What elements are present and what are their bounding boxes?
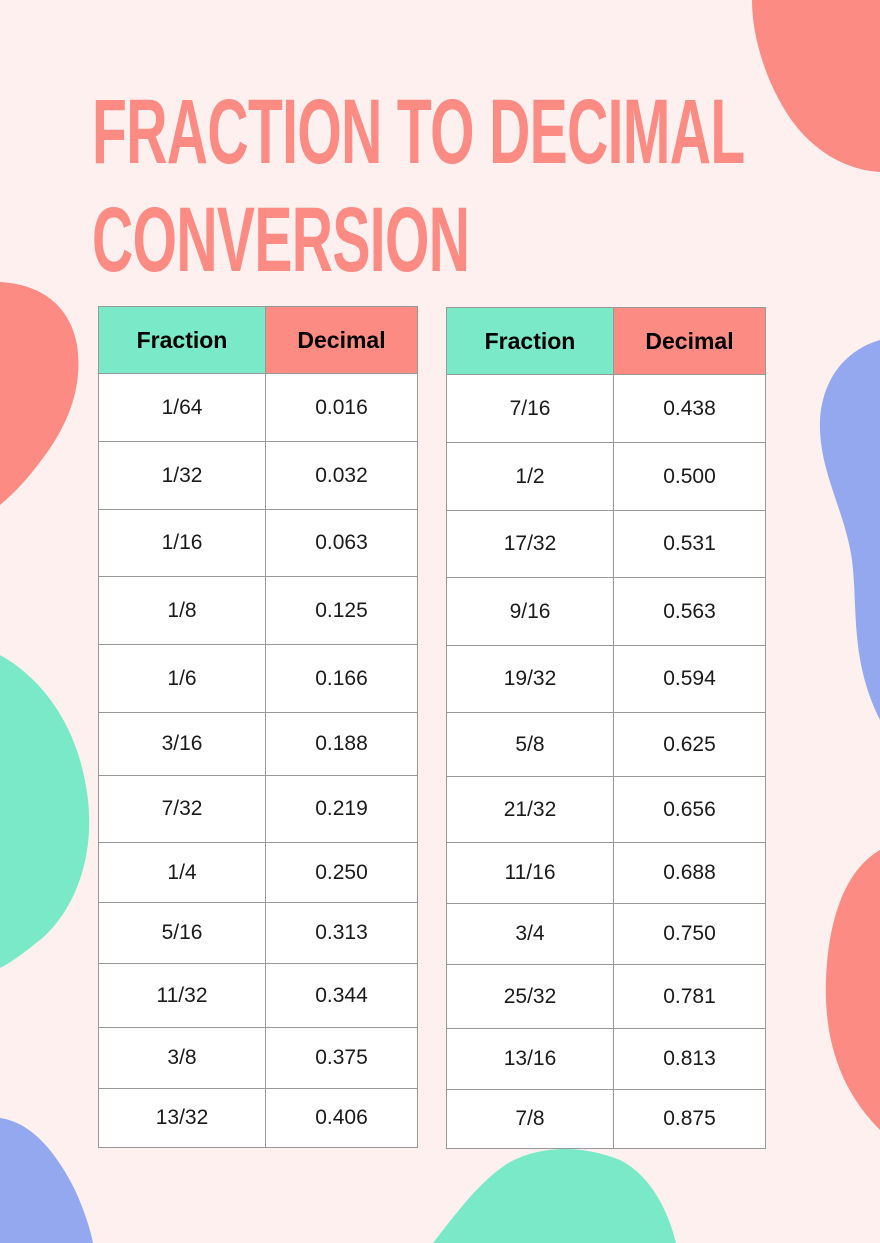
fraction-cell: 13/16 (446, 1028, 614, 1090)
decimal-header: Decimal (613, 307, 766, 375)
table-row: 1/64 0.016 (98, 373, 418, 442)
fraction-cell: 7/16 (446, 374, 614, 443)
fraction-cell: 1/64 (98, 373, 266, 442)
table-row: 11/32 0.344 (98, 963, 418, 1028)
fraction-cell: 5/8 (446, 712, 614, 777)
table-row: 3/16 0.188 (98, 712, 418, 776)
fraction-cell: 11/32 (98, 963, 266, 1028)
decimal-cell: 0.500 (613, 442, 766, 511)
fraction-cell: 7/8 (446, 1089, 614, 1149)
header-row: Fraction Decimal (446, 307, 766, 375)
decimal-header: Decimal (265, 306, 418, 374)
fraction-cell: 3/16 (98, 712, 266, 776)
table-row: 13/16 0.813 (446, 1028, 766, 1090)
decimal-cell: 0.406 (265, 1088, 418, 1148)
conversion-table-right: Fraction Decimal 7/16 0.438 1/2 0.500 17/3… (446, 307, 766, 1149)
title-line-1: FRACTION TO DECIMAL (92, 81, 745, 183)
decimal-cell: 0.313 (265, 902, 418, 964)
decimal-cell: 0.781 (613, 964, 766, 1029)
table-row: 3/8 0.375 (98, 1027, 418, 1089)
fraction-cell: 11/16 (446, 842, 614, 904)
blob-bottom-left-blue (0, 1118, 93, 1243)
table-row: 1/32 0.032 (98, 441, 418, 510)
decimal-cell: 0.344 (265, 963, 418, 1028)
decimal-cell: 0.125 (265, 576, 418, 645)
decimal-cell: 0.219 (265, 775, 418, 843)
table-row: 19/32 0.594 (446, 645, 766, 713)
fraction-cell: 19/32 (446, 645, 614, 713)
fraction-cell: 5/16 (98, 902, 266, 964)
blob-top-right-coral (752, 0, 880, 172)
decimal-cell: 0.438 (613, 374, 766, 443)
decimal-cell: 0.063 (265, 509, 418, 577)
table-row: 11/16 0.688 (446, 842, 766, 904)
fraction-cell: 25/32 (446, 964, 614, 1029)
fraction-cell: 1/8 (98, 576, 266, 645)
table-row: 1/2 0.500 (446, 442, 766, 511)
table-row: 13/32 0.406 (98, 1088, 418, 1148)
decimal-cell: 0.563 (613, 577, 766, 646)
conversion-table-left: Fraction Decimal 1/64 0.016 1/32 0.032 1/1… (98, 306, 418, 1148)
decimal-cell: 0.032 (265, 441, 418, 510)
decimal-cell: 0.625 (613, 712, 766, 777)
fraction-cell: 7/32 (98, 775, 266, 843)
table-row: 7/8 0.875 (446, 1089, 766, 1149)
table-row: 25/32 0.781 (446, 964, 766, 1029)
decimal-cell: 0.166 (265, 644, 418, 713)
table-row: 3/4 0.750 (446, 903, 766, 965)
table-row: 5/16 0.313 (98, 902, 418, 964)
decimal-cell: 0.016 (265, 373, 418, 442)
table-row: 7/32 0.219 (98, 775, 418, 843)
fraction-cell: 21/32 (446, 776, 614, 843)
fraction-cell: 3/8 (98, 1027, 266, 1089)
table-row: 17/32 0.531 (446, 510, 766, 578)
blob-left-coral (0, 282, 79, 505)
decimal-cell: 0.813 (613, 1028, 766, 1090)
decimal-cell: 0.656 (613, 776, 766, 843)
fraction-cell: 1/16 (98, 509, 266, 577)
fraction-cell: 1/32 (98, 441, 266, 510)
fraction-cell: 3/4 (446, 903, 614, 965)
table-row: 5/8 0.625 (446, 712, 766, 777)
header-row: Fraction Decimal (98, 306, 418, 374)
table-row: 9/16 0.563 (446, 577, 766, 646)
blob-right-blue (819, 340, 880, 720)
fraction-cell: 17/32 (446, 510, 614, 578)
decimal-cell: 0.594 (613, 645, 766, 713)
title-line-2: CONVERSION (92, 189, 470, 291)
decimal-cell: 0.531 (613, 510, 766, 578)
decimal-cell: 0.688 (613, 842, 766, 904)
fraction-cell: 9/16 (446, 577, 614, 646)
fraction-cell: 13/32 (98, 1088, 266, 1148)
table-row: 7/16 0.438 (446, 374, 766, 443)
table-row: 1/8 0.125 (98, 576, 418, 645)
fraction-cell: 1/4 (98, 842, 266, 903)
table-row: 21/32 0.656 (446, 776, 766, 843)
table-row: 1/16 0.063 (98, 509, 418, 577)
blob-left-mint (0, 655, 90, 968)
decimal-cell: 0.375 (265, 1027, 418, 1089)
fraction-cell: 1/6 (98, 644, 266, 713)
table-row: 1/4 0.250 (98, 842, 418, 903)
page-title: FRACTION TO DECIMAL CONVERSION (92, 78, 745, 294)
table-row: 1/6 0.166 (98, 644, 418, 713)
decimal-cell: 0.875 (613, 1089, 766, 1149)
blob-right-coral (825, 850, 880, 1130)
decimal-cell: 0.250 (265, 842, 418, 903)
fraction-header: Fraction (446, 307, 614, 375)
fraction-cell: 1/2 (446, 442, 614, 511)
decimal-cell: 0.750 (613, 903, 766, 965)
blob-bottom-mint (433, 1148, 676, 1243)
fraction-header: Fraction (98, 306, 266, 374)
decimal-cell: 0.188 (265, 712, 418, 776)
